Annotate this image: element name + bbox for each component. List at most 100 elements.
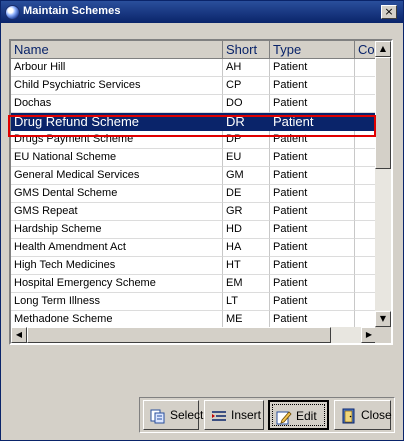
cell-type: Patient [270,185,355,203]
window-close-button[interactable]: × [381,5,397,19]
column-header-co[interactable]: Co [355,41,377,59]
cell-short: GR [223,203,270,221]
horizontal-scrollbar[interactable]: ◀ ▶ [11,327,377,343]
cell-co [355,149,377,167]
cell-type: Patient [270,275,355,293]
schemes-list[interactable]: Name Short Type Co Arbour Hill AH Patient C… [9,39,393,345]
cell-name: Drugs Payment Scheme [11,131,223,149]
table-row[interactable]: Child Psychiatric Services CP Patient [11,77,377,95]
vertical-scrollbar[interactable]: ▲ ▼ [375,41,391,327]
cell-short: EM [223,275,270,293]
cell-type: Patient [270,221,355,239]
cell-co [355,59,377,77]
table-row[interactable]: Long Term Illness LT Patient [11,293,377,311]
cell-co [355,221,377,239]
cell-name: Hardship Scheme [11,221,223,239]
table-row[interactable]: GMS Repeat GR Patient [11,203,377,221]
close-icon: × [384,5,394,18]
maintain-schemes-window: Maintain Schemes × Name Short Type Co Ar… [0,0,404,441]
cell-name: GMS Dental Scheme [11,185,223,203]
cell-short: HD [223,221,270,239]
cell-type: Patient [270,95,355,113]
table-row[interactable]: Health Amendment Act HA Patient [11,239,377,257]
cell-name: Arbour Hill [11,59,223,77]
window-title: Maintain Schemes [23,5,121,17]
column-header-type[interactable]: Type [270,41,355,59]
close-door-icon [342,408,355,424]
horizontal-scroll-thumb[interactable] [27,327,331,343]
edit-button[interactable]: Edit [268,400,329,430]
cell-type: Patient [270,257,355,275]
cell-co [355,185,377,203]
cell-co [355,95,377,113]
table-row[interactable]: Hospital Emergency Scheme EM Patient [11,275,377,293]
table-row[interactable]: Drugs Payment Scheme DP Patient [11,131,377,149]
cell-short: DP [223,131,270,149]
table-row[interactable]: General Medical Services GM Patient [11,167,377,185]
table-row[interactable]: Arbour Hill AH Patient [11,59,377,77]
cell-type: Patient [270,77,355,95]
edit-button-label: Edit [296,409,317,423]
cell-short: DO [223,95,270,113]
scroll-right-icon: ▶ [365,330,373,339]
cell-name: High Tech Medicines [11,257,223,275]
cell-name: Dochas [11,95,223,113]
cell-short: GM [223,167,270,185]
cell-short: AH [223,59,270,77]
cell-name: Hospital Emergency Scheme [11,275,223,293]
table-row[interactable]: Hardship Scheme HD Patient [11,221,377,239]
insert-button[interactable]: Insert [204,400,264,430]
close-button-label: Close [361,408,392,422]
cell-co [355,257,377,275]
vertical-scroll-thumb[interactable] [375,57,391,169]
insert-icon [212,411,226,421]
cell-name: GMS Repeat [11,203,223,221]
edit-icon [276,411,292,425]
select-button[interactable]: Select [143,400,203,430]
cell-short: HT [223,257,270,275]
select-icon [150,409,165,424]
cell-co [355,293,377,311]
cell-co [355,77,377,95]
scroll-left-icon: ◀ [15,330,23,339]
cell-co [355,167,377,185]
app-icon [5,5,20,20]
scroll-up-button[interactable]: ▲ [375,41,391,57]
cell-type: Patient [270,113,355,131]
table-row[interactable]: Dochas DO Patient [11,95,377,113]
cell-short: LT [223,293,270,311]
cell-name: Child Psychiatric Services [11,77,223,95]
table-row[interactable]: GMS Dental Scheme DE Patient [11,185,377,203]
cell-co [355,113,377,131]
scroll-up-icon: ▲ [379,44,387,53]
select-button-label: Select [170,408,204,422]
cell-name: General Medical Services [11,167,223,185]
table-row[interactable]: EU National Scheme EU Patient [11,149,377,167]
cell-type: Patient [270,149,355,167]
list-header: Name Short Type Co [11,41,377,59]
column-header-short[interactable]: Short [223,41,270,59]
cell-type: Patient [270,293,355,311]
cell-name: Drug Refund Scheme [11,113,223,131]
selected-table-row[interactable]: Drug Refund Scheme DR Patient [11,113,377,131]
scroll-down-button[interactable]: ▼ [375,311,391,327]
cell-type: Patient [270,203,355,221]
cell-name: Long Term Illness [11,293,223,311]
cell-short: EU [223,149,270,167]
cell-type: Patient [270,59,355,77]
column-header-name[interactable]: Name [11,41,223,59]
close-button[interactable]: Close [334,400,392,430]
table-row[interactable]: High Tech Medicines HT Patient [11,257,377,275]
scroll-left-button[interactable]: ◀ [11,327,27,343]
cell-short: CP [223,77,270,95]
cell-name: Health Amendment Act [11,239,223,257]
insert-button-label: Insert [231,408,262,422]
cell-co [355,203,377,221]
cell-type: Patient [270,239,355,257]
scroll-down-icon: ▼ [379,314,387,323]
cell-name: EU National Scheme [11,149,223,167]
title-bar[interactable]: Maintain Schemes × [1,1,403,23]
cell-co [355,131,377,149]
cell-type: Patient [270,167,355,185]
scrollbar-corner [375,327,391,343]
